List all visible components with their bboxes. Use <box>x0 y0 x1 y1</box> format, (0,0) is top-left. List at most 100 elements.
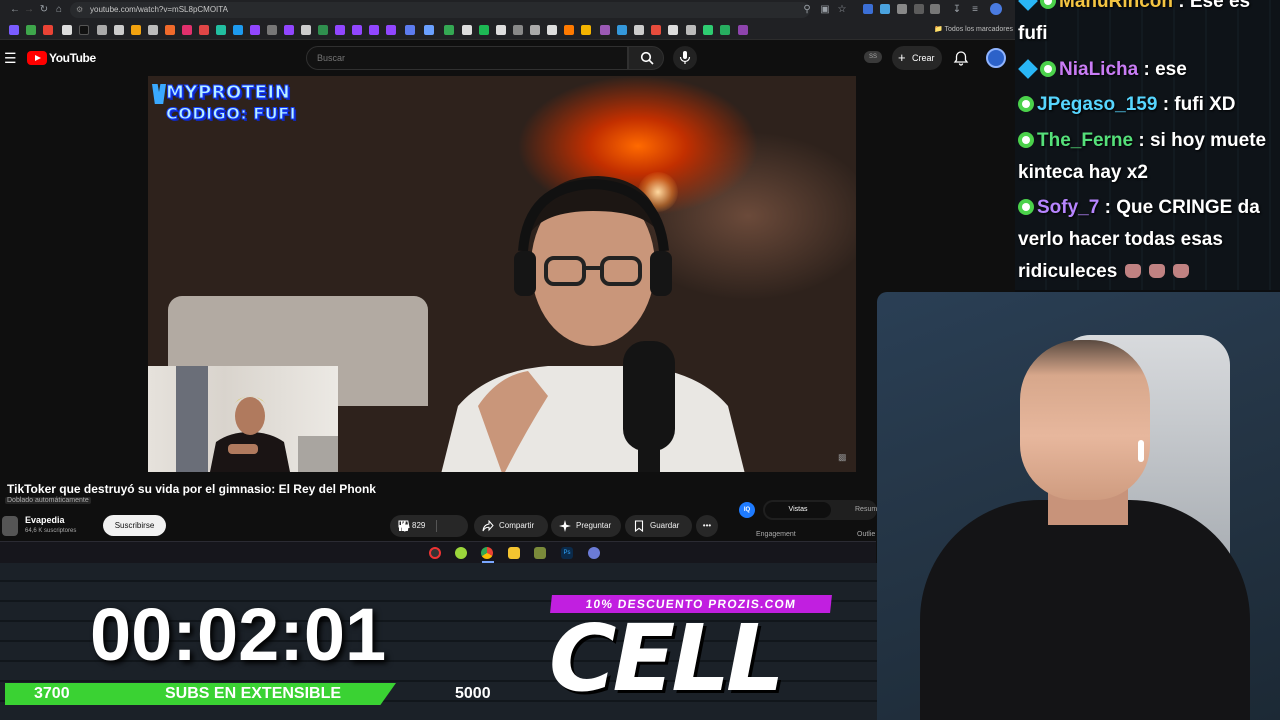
back-icon[interactable]: ← <box>8 3 22 17</box>
profile-avatar[interactable] <box>990 3 1002 15</box>
tiktok-icon[interactable] <box>79 25 89 35</box>
photoshop-icon[interactable]: Ps <box>561 547 573 559</box>
more-actions-button[interactable]: ••• <box>696 515 718 537</box>
bookmark-icon[interactable] <box>462 25 472 35</box>
tab-resumen[interactable]: Resum <box>855 502 877 518</box>
forward-icon[interactable]: → <box>22 3 36 17</box>
bookmark-icon[interactable] <box>216 25 226 35</box>
bookmark-icon[interactable] <box>651 25 661 35</box>
bookmark-icon[interactable] <box>165 25 175 35</box>
iq-logo[interactable]: IQ <box>739 502 755 518</box>
share-button[interactable]: Compartir <box>474 515 548 537</box>
address-bar[interactable]: ⚙ youtube.com/watch?v=mSL8pCMOITA <box>70 2 810 18</box>
bookmark-icon[interactable] <box>405 25 415 35</box>
create-button[interactable]: + Crear <box>892 46 942 70</box>
bookmark-icon[interactable] <box>26 25 36 35</box>
voice-search-button[interactable] <box>673 46 697 70</box>
search-button[interactable] <box>628 46 664 70</box>
sub-badge-icon <box>1040 0 1056 9</box>
bookmark-icon[interactable] <box>634 25 644 35</box>
search-icon <box>640 51 654 65</box>
like-button[interactable]: 829 <box>390 515 436 537</box>
save-button[interactable]: Guardar <box>625 515 692 537</box>
twitch-icon[interactable] <box>386 25 396 35</box>
twitch-icon[interactable] <box>284 25 294 35</box>
bookmark-icon[interactable] <box>301 25 311 35</box>
site-info-icon[interactable]: ⚙ <box>76 2 83 18</box>
bookmark-icon[interactable] <box>233 25 243 35</box>
tab-vistas[interactable]: Vistas <box>765 502 831 518</box>
bookmark-icon[interactable] <box>97 25 107 35</box>
chrome-icon[interactable] <box>481 547 493 559</box>
bookmark-icon[interactable] <box>720 25 730 35</box>
bookmark-icon[interactable] <box>668 25 678 35</box>
all-bookmarks-folder[interactable]: 📁 Todos los marcadores <box>934 25 1013 33</box>
instagram-icon[interactable] <box>182 25 192 35</box>
zoom-icon[interactable]: ⚲ <box>800 3 814 17</box>
bookmark-icon[interactable] <box>318 25 328 35</box>
home-icon[interactable]: ⌂ <box>52 3 66 17</box>
subscribe-button[interactable]: Suscribirse <box>103 515 166 536</box>
chat-message: JPegaso_159 : fufi XD <box>1018 89 1276 121</box>
reload-icon[interactable]: ↻ <box>37 3 51 17</box>
extension-icon[interactable] <box>897 4 907 14</box>
bookmark-icon[interactable] <box>199 25 209 35</box>
app-icon[interactable] <box>455 547 467 559</box>
bookmark-icon[interactable] <box>738 25 748 35</box>
bookmark-icon[interactable] <box>530 25 540 35</box>
channel-avatar[interactable] <box>2 516 18 536</box>
channel-name[interactable]: Evapedia <box>25 515 65 525</box>
video-speaker-figure <box>441 176 745 472</box>
app-icon[interactable] <box>588 547 600 559</box>
x-icon[interactable] <box>62 25 72 35</box>
youtube-logo-icon[interactable] <box>27 51 47 65</box>
menu-lines-icon[interactable]: ≡ <box>968 3 982 17</box>
bookmark-icon[interactable] <box>617 25 627 35</box>
extensions-puzzle-icon[interactable] <box>930 4 940 14</box>
download-icon[interactable]: ↧ <box>950 3 964 17</box>
chat-username: ManuRincon <box>1059 0 1173 12</box>
bookmark-icon[interactable] <box>267 25 277 35</box>
more-dots-icon: ••• <box>702 521 712 530</box>
outlier-label: Outlie <box>857 531 876 538</box>
bookmark-icon[interactable] <box>148 25 158 35</box>
bookmark-icon[interactable] <box>703 25 713 35</box>
bookmark-icon[interactable] <box>600 25 610 35</box>
bookmark-icon[interactable] <box>9 25 19 35</box>
search-input[interactable] <box>306 46 628 70</box>
extension-icon[interactable] <box>880 4 890 14</box>
twitch-icon[interactable] <box>352 25 362 35</box>
app-icon[interactable] <box>534 547 546 559</box>
bookmark-icon[interactable] <box>581 25 591 35</box>
microphone-icon <box>679 51 691 64</box>
hamburger-menu-icon[interactable]: ☰ <box>4 50 17 67</box>
bookmark-icon[interactable] <box>547 25 557 35</box>
obs-icon[interactable] <box>429 547 441 559</box>
bookmark-icon[interactable] <box>114 25 124 35</box>
sub-badge-icon <box>1018 132 1034 148</box>
myprotein-promo: MYPROTEIN CODIGO: FUFI <box>152 82 340 126</box>
bookmark-icon[interactable] <box>444 25 454 35</box>
bookmark-icon[interactable] <box>564 25 574 35</box>
twitch-icon[interactable] <box>250 25 260 35</box>
twitch-icon[interactable] <box>335 25 345 35</box>
notifications-bell-icon[interactable] <box>953 50 969 66</box>
thumbs-down-icon[interactable] <box>398 520 410 532</box>
extension-icon[interactable] <box>914 4 924 14</box>
bookmark-icon[interactable] <box>496 25 506 35</box>
cast-icon[interactable]: ▣ <box>818 3 832 17</box>
bookmark-star-icon[interactable]: ☆ <box>835 3 849 17</box>
bookmark-icon[interactable] <box>424 25 434 35</box>
twitch-icon[interactable] <box>369 25 379 35</box>
ss-badge[interactable]: SS <box>864 51 882 63</box>
gmail-icon[interactable] <box>43 25 53 35</box>
spotify-icon[interactable] <box>479 25 489 35</box>
bookmark-icon[interactable] <box>513 25 523 35</box>
extension-icon[interactable] <box>863 4 873 14</box>
bookmark-icon[interactable] <box>686 25 696 35</box>
file-explorer-icon[interactable] <box>508 547 520 559</box>
bookmark-icon[interactable] <box>131 25 141 35</box>
youtube-logo-text[interactable]: YouTube <box>49 51 96 65</box>
account-avatar[interactable] <box>986 48 1006 68</box>
ask-button[interactable]: Preguntar <box>551 515 621 537</box>
